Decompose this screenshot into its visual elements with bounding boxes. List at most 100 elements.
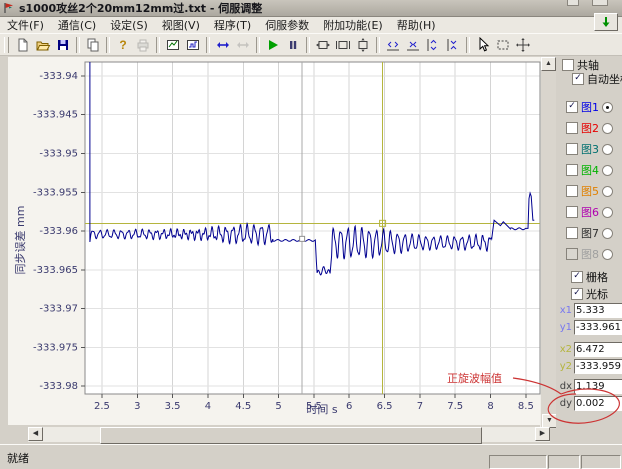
plot-area[interactable] (85, 62, 540, 394)
graph-2-radio[interactable] (602, 123, 613, 134)
graph-8-radio[interactable] (602, 249, 613, 260)
cursor-checkbox[interactable]: ✓ (571, 288, 583, 300)
help-key-button[interactable]: ? (113, 35, 133, 54)
toolbar-separator (376, 37, 380, 53)
scroll-left-button[interactable]: ◀ (28, 427, 43, 441)
chart-window-button[interactable] (163, 35, 183, 54)
copy-button[interactable] (83, 35, 103, 54)
close-button-remnant (592, 0, 608, 6)
scroll-right-button[interactable]: ▶ (535, 427, 550, 441)
menu-item-7[interactable]: 附加功能(E) (316, 16, 390, 34)
axis-zoom-x-in-button[interactable] (383, 35, 403, 54)
auto-scale: ✓自动坐标 (572, 71, 622, 87)
title-bar[interactable]: s1000攻丝2个20mm12mm过.txt - 伺服调整 (0, 0, 622, 17)
menu-item-2[interactable]: 通信(C) (51, 16, 103, 34)
axis-zoom-x-out-icon (405, 37, 421, 53)
axis-zoom-y-in-button[interactable] (423, 35, 443, 54)
dx-field[interactable] (574, 379, 622, 394)
fit-width-icon (315, 37, 331, 53)
auto-scale-checkbox[interactable]: ✓ (572, 73, 584, 85)
fit-height-icon (355, 37, 371, 53)
graph-8: 图8 (566, 246, 613, 262)
menu-item-6[interactable]: 伺服参数 (258, 16, 316, 34)
chart-window-alt-button[interactable] (183, 35, 203, 54)
graph-3-checkbox[interactable] (566, 143, 578, 155)
scroll-down-button[interactable]: ▼ (542, 414, 557, 428)
toolbar: ? (0, 33, 622, 56)
save-button[interactable] (53, 35, 73, 54)
graph-6-radio[interactable] (602, 207, 613, 218)
fit-width-button[interactable] (313, 35, 333, 54)
move-cross-button[interactable] (513, 35, 533, 54)
new-file-icon (15, 37, 31, 53)
graph-7-checkbox[interactable] (566, 227, 578, 239)
open-folder-icon (35, 37, 51, 53)
pause-button[interactable] (283, 35, 303, 54)
axis-zoom-y-out-icon (445, 37, 461, 53)
scroll-up-button[interactable]: ▲ (541, 57, 556, 71)
graph-5-radio[interactable] (602, 186, 613, 197)
cursor-label: 光标 (586, 286, 608, 302)
select-rect-icon (495, 37, 511, 53)
x2-field-label: x2 (556, 344, 572, 355)
pan-h-inactive-button[interactable] (233, 35, 253, 54)
graph-6-checkbox[interactable] (566, 206, 578, 218)
scrollbar-thumb[interactable] (100, 427, 482, 444)
graph-4-label: 图4 (581, 162, 599, 178)
fit-points-button[interactable] (333, 35, 353, 54)
graph-2-checkbox[interactable] (566, 122, 578, 134)
help-key-icon: ? (115, 37, 131, 53)
toolbar-separator (206, 37, 210, 53)
axis-zoom-x-out-button[interactable] (403, 35, 423, 54)
select-rect-button[interactable] (493, 35, 513, 54)
graph-4-radio[interactable] (602, 165, 613, 176)
play-button[interactable] (263, 35, 283, 54)
horizontal-scrollbar: ◀ ▶ (28, 427, 550, 442)
new-file-button[interactable] (13, 35, 33, 54)
app-icon (3, 2, 15, 14)
y1-field[interactable] (574, 320, 622, 335)
pan-h-active-button[interactable] (213, 35, 233, 54)
svg-text:?: ? (119, 38, 126, 52)
y2-field[interactable] (574, 359, 622, 374)
graph-7-radio[interactable] (602, 228, 613, 239)
graph-3-label: 图3 (581, 141, 599, 157)
grid-checkbox[interactable]: ✓ (571, 271, 583, 283)
graph-8-label: 图8 (581, 246, 599, 262)
grid-label: 栅格 (586, 269, 608, 285)
dy-field[interactable] (574, 396, 622, 411)
graph-4-checkbox[interactable] (566, 164, 578, 176)
dy-field-label: dy (556, 398, 572, 409)
pause-icon (285, 37, 301, 53)
window-button-remnant (567, 0, 579, 6)
menu-item-4[interactable]: 视图(V) (155, 16, 207, 34)
graph-1-radio[interactable] (602, 102, 613, 113)
graph-1-checkbox[interactable]: ✓ (566, 101, 578, 113)
play-icon (265, 37, 281, 53)
fit-height-button[interactable] (353, 35, 373, 54)
pointer-button[interactable] (473, 35, 493, 54)
chart-window-alt-icon (185, 37, 201, 53)
menu-item-5[interactable]: 程序(T) (207, 16, 258, 34)
coaxial-checkbox[interactable] (562, 59, 574, 71)
graph-6-label: 图6 (581, 204, 599, 220)
toolbar-separator (156, 37, 160, 53)
menu-item-8[interactable]: 帮助(H) (390, 16, 443, 34)
fit-points-icon (335, 37, 351, 53)
pan-h-active-icon (215, 37, 231, 53)
graph-3-radio[interactable] (602, 144, 613, 155)
green-down-arrow-button[interactable] (594, 13, 618, 31)
x1-field[interactable] (574, 303, 622, 318)
graph-8-checkbox[interactable] (566, 248, 578, 260)
print-button[interactable] (133, 35, 153, 54)
graph-5-checkbox[interactable] (566, 185, 578, 197)
menu-item-1[interactable]: 文件(F) (0, 16, 51, 34)
menu-item-3[interactable]: 设定(S) (103, 16, 155, 34)
status-text: 就绪 (7, 450, 29, 466)
status-pane (548, 455, 580, 469)
auto-scale-label: 自动坐标 (587, 71, 622, 87)
axis-zoom-y-out-button[interactable] (443, 35, 463, 54)
status-pane (489, 455, 547, 469)
x2-field[interactable] (574, 342, 622, 357)
open-folder-button[interactable] (33, 35, 53, 54)
